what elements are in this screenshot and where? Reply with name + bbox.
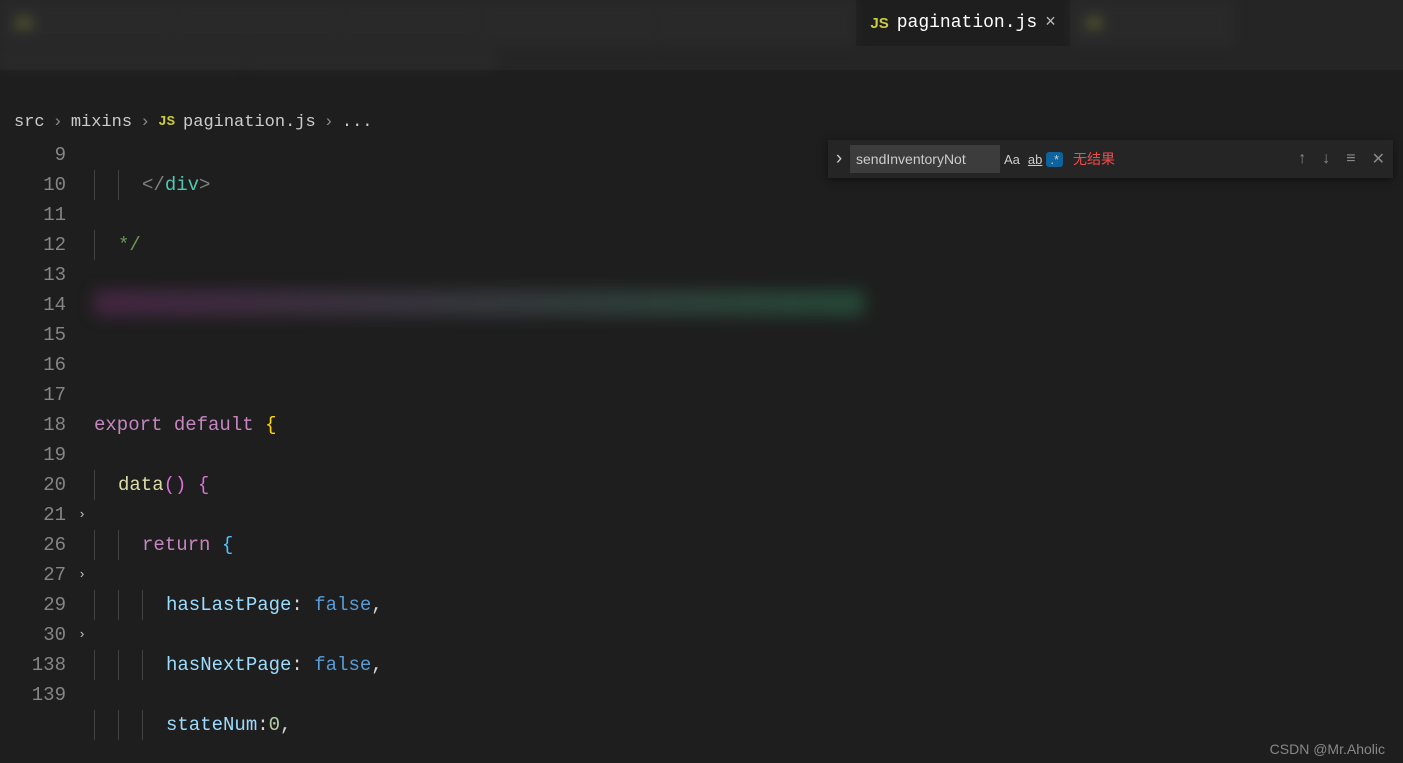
- tab-blur-2[interactable]: [174, 0, 342, 46]
- expand-replace-icon[interactable]: ›: [828, 148, 850, 170]
- close-icon[interactable]: ×: [1045, 13, 1056, 33]
- line-number: 18: [0, 410, 66, 440]
- code-text: {: [222, 534, 233, 556]
- line-number: 9: [0, 140, 66, 170]
- code-text: hasLastPage: [166, 594, 291, 616]
- code-text: :: [291, 654, 302, 676]
- code-area[interactable]: </div> */ export default { data() { retu…: [94, 140, 1403, 763]
- code-text: {: [265, 414, 276, 436]
- tab-blur-7[interactable]: [0, 48, 248, 70]
- line-number: 15: [0, 320, 66, 350]
- line-number: 13: [0, 260, 66, 290]
- code-text: false: [314, 654, 371, 676]
- line-number: 29: [0, 590, 66, 620]
- code-text: default: [174, 414, 254, 436]
- line-number: 30: [0, 620, 66, 650]
- code-text: hasNextPage: [166, 654, 291, 676]
- find-widget: › Aa ab .* 无结果 ↑ ↓ ≡ ✕: [828, 140, 1393, 178]
- code-text: */: [118, 234, 141, 256]
- find-input[interactable]: [850, 145, 1000, 173]
- tab-blur-3[interactable]: [342, 0, 480, 46]
- js-icon: JS: [158, 114, 175, 130]
- chevron-right-icon: ›: [324, 113, 334, 132]
- match-case-toggle[interactable]: Aa: [1000, 152, 1024, 167]
- code-text: false: [314, 594, 371, 616]
- line-number: 139: [0, 680, 66, 710]
- chevron-right-icon: ›: [140, 113, 150, 132]
- prev-match-icon[interactable]: ↑: [1290, 150, 1314, 168]
- line-number: 12: [0, 230, 66, 260]
- line-number: 10: [0, 170, 66, 200]
- code-text: export: [94, 414, 162, 436]
- tab-blur-6[interactable]: JS: [1070, 0, 1234, 46]
- code-text: ,: [280, 714, 291, 736]
- code-text: stateNum: [166, 714, 257, 736]
- breadcrumb-tail[interactable]: ...: [342, 113, 373, 132]
- line-number: 17: [0, 380, 66, 410]
- code-text: ,: [371, 594, 382, 616]
- breadcrumb-mixins[interactable]: mixins: [71, 113, 132, 132]
- code-text: :: [257, 714, 268, 736]
- regex-toggle[interactable]: .*: [1046, 152, 1063, 167]
- line-number: 14: [0, 290, 66, 320]
- code-text: data: [118, 474, 164, 496]
- tab-blur-5[interactable]: [658, 0, 856, 46]
- js-icon: JS: [870, 15, 888, 32]
- code-text: 0: [269, 714, 280, 736]
- code-text: return: [142, 534, 210, 556]
- fold-chevron-icon[interactable]: ›: [70, 620, 94, 650]
- line-number: 16: [0, 350, 66, 380]
- breadcrumb: src › mixins › JS pagination.js › ...: [0, 104, 1403, 140]
- code-text: >: [199, 174, 210, 196]
- chevron-right-icon: ›: [53, 113, 63, 132]
- code-text: ,: [371, 654, 382, 676]
- line-number: 19: [0, 440, 66, 470]
- next-match-icon[interactable]: ↓: [1314, 150, 1338, 168]
- tab-bar: JS JS pagination.js × JS: [0, 0, 1403, 70]
- fold-chevron-icon[interactable]: ›: [70, 500, 94, 530]
- line-number: 21: [0, 500, 66, 530]
- code-text: (): [164, 474, 187, 496]
- watermark: CSDN @Mr.Aholic: [1270, 741, 1385, 757]
- tab-active[interactable]: JS pagination.js ×: [856, 0, 1070, 46]
- fold-chevron-icon[interactable]: ›: [70, 560, 94, 590]
- code-text: :: [291, 594, 302, 616]
- find-result: 无结果: [1073, 149, 1115, 169]
- close-find-icon[interactable]: ✕: [1364, 149, 1393, 169]
- breadcrumb-src[interactable]: src: [14, 113, 45, 132]
- tab-blur-4[interactable]: [480, 0, 658, 46]
- line-number: 27: [0, 560, 66, 590]
- fold-gutter: › › ›: [70, 140, 94, 710]
- tab-blur-8[interactable]: [248, 48, 496, 70]
- code-text: div: [165, 174, 199, 196]
- match-word-toggle[interactable]: ab: [1024, 152, 1046, 167]
- code-text: </: [142, 174, 165, 196]
- line-number: 26: [0, 530, 66, 560]
- tab-label: pagination.js: [897, 13, 1037, 33]
- line-number: 138: [0, 650, 66, 680]
- code-text: {: [198, 474, 209, 496]
- tab-blur-1[interactable]: JS: [0, 0, 174, 46]
- find-in-selection-icon[interactable]: ≡: [1338, 150, 1363, 168]
- line-number: 20: [0, 470, 66, 500]
- breadcrumb-file[interactable]: pagination.js: [183, 113, 316, 132]
- line-gutter: 9 10 11 12 13 14 15 16 17 18 19 20 21 26…: [0, 140, 70, 710]
- line-number: 11: [0, 200, 66, 230]
